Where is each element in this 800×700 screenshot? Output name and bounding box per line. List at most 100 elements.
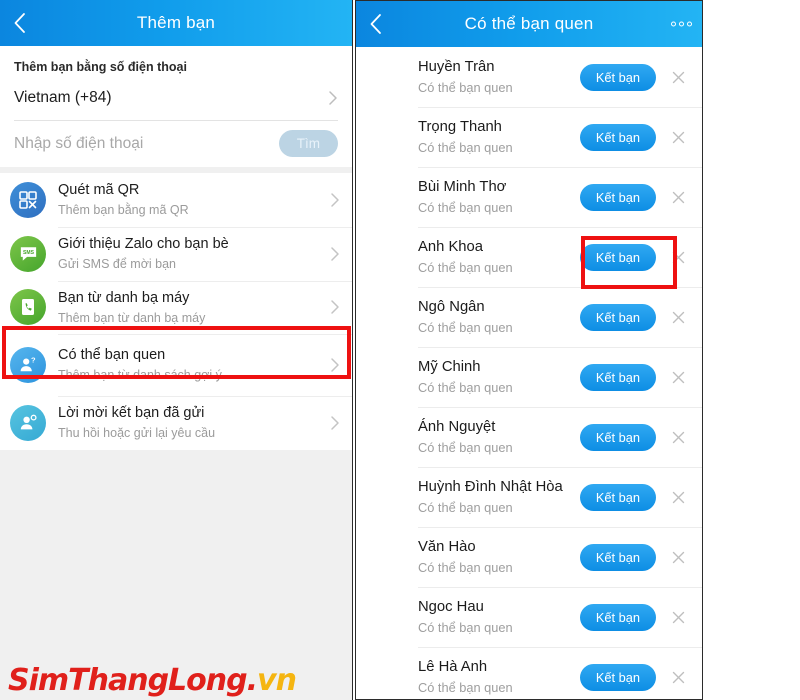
option-text: Bạn từ danh bạ máy Thêm bạn từ danh bạ m… [58, 288, 330, 328]
option-title: Lời mời kết bạn đã gửi [58, 405, 205, 422]
option-title: Bạn từ danh bạ máy [58, 289, 190, 306]
chevron-right-icon [330, 415, 340, 431]
phone-number-input[interactable] [14, 132, 279, 155]
add-friend-screen: Thêm bạn Thêm bạn bằng số điện thoại Vie… [0, 0, 353, 700]
option-device-contacts[interactable]: Bạn từ danh bạ máy Thêm bạn từ danh bạ m… [0, 280, 352, 335]
back-button[interactable] [0, 0, 38, 46]
suggestion-text: Văn Hào Có thể bạn quen [418, 537, 580, 578]
option-people-you-may-know[interactable]: ? Có thể bạn quen Thêm bạn từ danh sách … [0, 334, 352, 397]
chevron-left-icon [369, 13, 382, 35]
suggestion-text: Huyền Trân Có thể bạn quen [418, 57, 580, 98]
more-horizontal-icon[interactable] [671, 21, 692, 27]
suggestion-subtitle: Có thể bạn quen [418, 260, 513, 276]
suggestion-subtitle: Có thể bạn quen [418, 500, 513, 516]
option-title: Có thể bạn quen [58, 347, 166, 364]
chevron-right-icon [330, 192, 340, 208]
right-page-title: Có thể bạn quen [464, 14, 594, 33]
add-friend-button[interactable]: Kết bạn [579, 603, 656, 631]
phone-lookup-card: Thêm bạn bằng số điện thoại Vietnam (+84… [0, 46, 352, 167]
option-title: Quét mã QR [58, 182, 140, 198]
add-friend-button[interactable]: Kết bạn [579, 663, 656, 691]
add-friend-button[interactable]: Kết bạn [579, 483, 656, 511]
close-icon[interactable] [668, 307, 688, 327]
sms-bubble-icon: SMS [10, 235, 46, 272]
country-selector[interactable]: Vietnam (+84) [14, 86, 338, 120]
suggestion-row[interactable]: Văn Hào Có thể bạn quen Kết bạn [356, 527, 702, 587]
suggestion-row[interactable]: Trọng Thanh Có thể bạn quen Kết bạn [356, 107, 702, 167]
back-button[interactable] [356, 1, 394, 47]
suggestion-subtitle: Có thể bạn quen [418, 200, 513, 216]
add-friend-options-list: Quét mã QR Thêm bạn bằng mã QR SMS Giới … [0, 173, 352, 450]
qr-code-icon [10, 181, 46, 218]
suggestion-name: Ngô Ngân [418, 298, 485, 315]
phone-section-label: Thêm bạn bằng số điện thoại [14, 60, 187, 74]
close-icon[interactable] [668, 67, 688, 87]
close-icon[interactable] [668, 367, 688, 387]
add-friend-button[interactable]: Kết bạn [579, 303, 656, 331]
right-appbar: Có thể bạn quen [356, 1, 702, 47]
suggestion-text: Bùi Minh Thơ Có thể bạn quen [418, 177, 580, 218]
suggestion-list: Huyền Trân Có thể bạn quen Kết bạn Trọng Th… [356, 47, 702, 699]
chevron-right-icon [330, 246, 340, 262]
watermark-primary: SimThangLong. [8, 663, 258, 698]
add-friend-button[interactable]: Kết bạn [579, 123, 656, 151]
close-icon[interactable] [668, 667, 688, 687]
phone-contact-icon [10, 289, 46, 326]
option-text: Có thể bạn quen Thêm bạn từ danh sách gợ… [58, 345, 330, 385]
option-text: Quét mã QR Thêm bạn bằng mã QR [58, 180, 330, 220]
suggestion-name: Văn Hào [418, 538, 476, 555]
suggestion-subtitle: Có thể bạn quen [418, 680, 513, 696]
suggestion-row[interactable]: Ngô Ngân Có thể bạn quen Kết bạn [356, 287, 702, 347]
suggestion-row[interactable]: Huỳnh Đình Nhật Hòa Có thể bạn quen Kết bạ… [356, 467, 702, 527]
suggestion-text: Lê Hà Anh Có thể bạn quen [418, 657, 580, 698]
left-appbar: Thêm bạn [0, 0, 352, 46]
suggestion-subtitle: Có thể bạn quen [418, 560, 513, 576]
close-icon[interactable] [668, 187, 688, 207]
suggestion-row[interactable]: Mỹ Chinh Có thể bạn quen Kết bạn [356, 347, 702, 407]
close-icon[interactable] [668, 247, 688, 267]
add-friend-button[interactable]: Kết bạn [579, 243, 656, 271]
add-friend-button[interactable]: Kết bạn [579, 63, 656, 91]
suggestion-name: Anh Khoa [418, 238, 483, 255]
option-text: Giới thiệu Zalo cho bạn bè Gửi SMS để mờ… [58, 234, 330, 274]
suggestion-row[interactable]: Lê Hà Anh Có thể bạn quen Kết bạn [356, 647, 702, 699]
option-subtitle: Thêm bạn từ danh bạ máy [58, 310, 206, 325]
suggestion-name: Huỳnh Đình Nhật Hòa [418, 478, 563, 495]
close-icon[interactable] [668, 547, 688, 567]
left-page-title: Thêm bạn [136, 13, 216, 32]
close-icon[interactable] [668, 127, 688, 147]
add-friend-button[interactable]: Kết bạn [579, 543, 656, 571]
suggestion-row[interactable]: Huyền Trân Có thể bạn quen Kết bạn [356, 47, 702, 107]
person-question-icon: ? [10, 347, 46, 384]
option-text: Lời mời kết bạn đã gửi Thu hồi hoặc gửi … [58, 403, 330, 443]
suggestion-row[interactable]: Ánh Nguyệt Có thể bạn quen Kết bạn [356, 407, 702, 467]
suggestion-subtitle: Có thể bạn quen [418, 440, 513, 456]
find-button[interactable]: Tìm [278, 130, 338, 157]
add-friend-button[interactable]: Kết bạn [579, 363, 656, 391]
option-title: Giới thiệu Zalo cho bạn bè [58, 235, 229, 252]
close-icon[interactable] [668, 607, 688, 627]
close-icon[interactable] [668, 427, 688, 447]
country-value: Vietnam (+84) [14, 89, 112, 106]
chevron-left-icon [13, 12, 26, 34]
close-icon[interactable] [668, 487, 688, 507]
option-subtitle: Thu hồi hoặc gửi lại yêu cầu [58, 426, 216, 441]
suggestion-row[interactable]: Anh Khoa Có thể bạn quen Kết bạn [356, 227, 702, 287]
add-friend-button[interactable]: Kết bạn [579, 423, 656, 451]
suggestion-name: Bùi Minh Thơ [418, 178, 507, 195]
suggestion-name: Mỹ Chinh [418, 358, 481, 375]
svg-text:?: ? [31, 356, 36, 365]
suggestion-subtitle: Có thể bạn quen [418, 140, 513, 156]
suggestion-row[interactable]: Ngoc Hau Có thể bạn quen Kết bạn [356, 587, 702, 647]
person-plus-icon [10, 404, 46, 441]
option-scan-qr[interactable]: Quét mã QR Thêm bạn bằng mã QR [0, 173, 352, 227]
watermark-suffix: vn [257, 663, 297, 698]
watermark: SimThangLong.vn [8, 663, 297, 698]
add-friend-button[interactable]: Kết bạn [579, 183, 656, 211]
phone-input-row: Tìm [14, 120, 338, 167]
option-invite-sms[interactable]: SMS Giới thiệu Zalo cho bạn bè Gửi SMS đ… [0, 226, 352, 281]
suggestion-row[interactable]: Bùi Minh Thơ Có thể bạn quen Kết bạn [356, 167, 702, 227]
suggestion-subtitle: Có thể bạn quen [418, 80, 513, 96]
suggestion-text: Ngô Ngân Có thể bạn quen [418, 297, 580, 338]
option-sent-requests[interactable]: Lời mời kết bạn đã gửi Thu hồi hoặc gửi … [0, 396, 352, 450]
